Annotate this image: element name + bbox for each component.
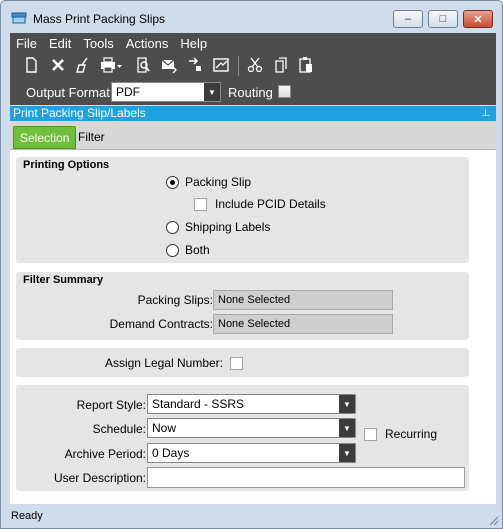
menu-edit[interactable]: Edit	[43, 33, 77, 53]
chevron-down-icon[interactable]: ▼	[339, 395, 355, 413]
packing-slips-label: Packing Slips:	[137, 293, 213, 307]
panel-title: Print Packing Slip/Labels	[13, 106, 146, 120]
menu-actions[interactable]: Actions	[120, 33, 175, 53]
app-icon	[11, 12, 27, 24]
printing-options-group: Printing Options Packing Slip Include PC…	[16, 157, 469, 263]
minimize-button[interactable]: –	[393, 10, 423, 28]
packing-slip-label: Packing Slip	[185, 175, 252, 189]
toolbar	[14, 54, 492, 76]
recurring-checkbox[interactable]	[364, 427, 377, 441]
output-format-select[interactable]: PDF ▼	[111, 82, 221, 102]
shipping-labels-radio[interactable]	[166, 220, 179, 234]
schedule-label: Schedule:	[92, 422, 146, 436]
send-email-icon[interactable]	[160, 56, 178, 74]
panel-content: Selection Filter Printing Options Packin…	[10, 121, 496, 504]
status-text: Ready	[11, 510, 43, 522]
paste-icon[interactable]	[297, 56, 315, 74]
printing-options-title: Printing Options	[23, 159, 110, 171]
include-pcid-label: Include PCID Details	[215, 197, 326, 211]
attach-icon[interactable]	[186, 56, 204, 74]
demand-contracts-field: None Selected	[213, 314, 393, 334]
resize-grip-icon[interactable]	[489, 516, 499, 526]
archive-period-value: 0 Days	[152, 446, 190, 460]
menu-help[interactable]: Help	[174, 33, 213, 53]
panel-header: Print Packing Slip/Labels ⊥	[10, 106, 496, 121]
chevron-down-icon[interactable]: ▼	[339, 419, 355, 437]
tab-filter[interactable]: Filter	[72, 126, 111, 149]
filter-summary-group: Filter Summary Packing Slips: None Selec…	[16, 272, 469, 340]
menu-tools[interactable]: Tools	[77, 33, 119, 53]
user-description-label: User Description:	[53, 471, 146, 485]
user-description-input[interactable]	[147, 467, 465, 488]
title-bar[interactable]: Mass Print Packing Slips – □ ✕	[1, 1, 502, 31]
delete-icon[interactable]	[49, 56, 67, 74]
recurring-label: Recurring	[385, 427, 438, 441]
output-format-row: Output Format: PDF ▼ Routing	[10, 80, 496, 104]
print-preview-icon[interactable]	[134, 56, 152, 74]
filter-summary-title: Filter Summary	[23, 274, 104, 286]
chevron-down-icon[interactable]: ▼	[204, 83, 220, 101]
archive-period-label: Archive Period:	[64, 447, 146, 461]
output-format-label: Output Format:	[26, 85, 114, 100]
legal-number-checkbox[interactable]	[230, 357, 243, 370]
archive-period-select[interactable]: 0 Days ▼	[147, 443, 356, 463]
pin-icon[interactable]: ⊥	[481, 106, 490, 121]
demand-contracts-label: Demand Contracts:	[109, 317, 213, 331]
routing-label: Routing	[228, 85, 273, 100]
report-settings-group: Report Style: Standard - SSRS ▼ Schedule…	[16, 385, 469, 491]
schedule-value: Now	[152, 421, 177, 435]
app-window: Mass Print Packing Slips – □ ✕ File Edit…	[0, 0, 503, 529]
recurring-option[interactable]: Recurring	[364, 427, 437, 441]
schedule-select[interactable]: Now ▼	[147, 418, 356, 438]
copy-icon[interactable]	[272, 56, 290, 74]
close-button[interactable]: ✕	[463, 10, 493, 28]
tab-strip: Selection Filter	[10, 121, 496, 150]
tab-selection[interactable]: Selection	[13, 126, 77, 149]
include-pcid-option[interactable]: Include PCID Details	[194, 197, 326, 211]
status-bar: Ready	[1, 506, 502, 528]
report-style-label: Report Style:	[76, 398, 146, 412]
menu-file[interactable]: File	[10, 33, 43, 53]
command-area: File Edit Tools Actions Help Output Form…	[10, 33, 496, 105]
window-title: Mass Print Packing Slips	[33, 12, 166, 26]
packing-slips-field: None Selected	[213, 290, 393, 310]
packing-slip-radio[interactable]	[166, 175, 179, 189]
both-label: Both	[185, 243, 210, 257]
routing-checkbox[interactable]	[278, 85, 291, 98]
packing-slip-option[interactable]: Packing Slip	[166, 175, 251, 189]
legal-number-group: Assign Legal Number:	[16, 348, 469, 377]
both-radio[interactable]	[166, 243, 179, 257]
clear-icon[interactable]	[74, 56, 92, 74]
output-format-value: PDF	[116, 85, 140, 99]
shipping-labels-label: Shipping Labels	[185, 220, 271, 234]
new-icon[interactable]	[22, 56, 40, 74]
menu-bar: File Edit Tools Actions Help	[10, 33, 213, 53]
legal-number-label: Assign Legal Number:	[104, 356, 223, 370]
chevron-down-icon[interactable]: ▼	[339, 444, 355, 462]
include-pcid-checkbox[interactable]	[194, 197, 207, 211]
toolbar-separator	[238, 56, 239, 76]
cut-icon[interactable]	[246, 56, 264, 74]
fax-icon[interactable]	[212, 56, 230, 74]
report-style-value: Standard - SSRS	[152, 397, 245, 411]
print-icon[interactable]	[99, 56, 123, 74]
both-option[interactable]: Both	[166, 243, 210, 257]
maximize-button[interactable]: □	[428, 10, 458, 28]
report-style-select[interactable]: Standard - SSRS ▼	[147, 394, 356, 414]
shipping-labels-option[interactable]: Shipping Labels	[166, 220, 270, 234]
